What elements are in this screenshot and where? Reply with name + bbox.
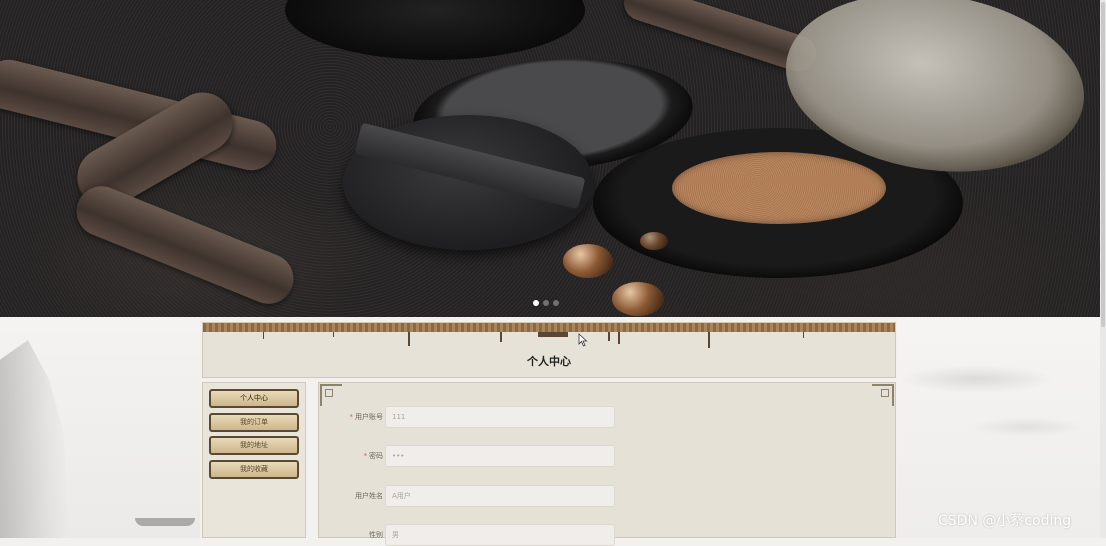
- banner-image-powder: [672, 152, 886, 224]
- banner-image-ribbon: [69, 178, 301, 312]
- form-row-gender: 性别: [319, 524, 895, 546]
- username-label: * 用户账号: [350, 412, 384, 422]
- sidebar-nav: 个人中心 我的订单 我的地址 我的收藏: [202, 382, 306, 538]
- corner-ornament-top-right: [872, 384, 894, 406]
- banner-image-pearl: [612, 282, 664, 316]
- mouse-cursor-icon: [578, 333, 588, 347]
- sidebar-item-profile[interactable]: 个人中心: [209, 389, 299, 408]
- scrollbar-thumb[interactable]: [1101, 2, 1105, 327]
- carousel-indicators: [533, 300, 559, 306]
- username-input[interactable]: [385, 406, 615, 428]
- background-ink-boat: [135, 518, 195, 526]
- sidebar-item-orders[interactable]: 我的订单: [209, 413, 299, 432]
- sidebar-item-favorites[interactable]: 我的收藏: [209, 460, 299, 479]
- gender-label: 性别: [369, 531, 383, 539]
- form-row-username: * 用户账号: [319, 406, 895, 428]
- profile-form-panel: *用户账号 *密码 用户姓名 性别: [318, 382, 896, 546]
- sidebar-item-addresses[interactable]: 我的地址: [209, 436, 299, 455]
- banner-image-compact-top: [285, 0, 585, 60]
- username-label-text: 用户账号: [355, 413, 383, 421]
- carousel-dot[interactable]: [543, 300, 549, 306]
- password-label: * 密码: [364, 451, 384, 461]
- banner-image-pearl: [640, 232, 668, 250]
- fullname-input[interactable]: [385, 485, 615, 507]
- form-row-password: * 密码: [319, 445, 895, 467]
- gender-select[interactable]: [385, 524, 615, 546]
- form-row-fullname: 用户姓名: [319, 485, 895, 507]
- required-mark: *: [349, 413, 354, 421]
- title-band-border: [203, 323, 895, 332]
- corner-ornament-inner: [325, 389, 333, 397]
- watermark-text: CSDN @小蔡coding: [938, 513, 1072, 529]
- carousel-dot[interactable]: [553, 300, 559, 306]
- page-title: 个人中心: [527, 355, 571, 368]
- password-input[interactable]: [385, 445, 615, 467]
- corner-ornament-top-left: [320, 384, 342, 406]
- banner-carousel[interactable]: [0, 0, 1100, 317]
- corner-ornament-inner: [881, 389, 889, 397]
- fullname-label: 用户姓名: [355, 492, 383, 500]
- background-ink-painting-right: [897, 317, 1100, 538]
- banner-image-pearl: [563, 244, 613, 278]
- title-band-drips: [203, 332, 895, 348]
- required-mark: *: [363, 452, 368, 460]
- carousel-dot[interactable]: [533, 300, 539, 306]
- title-band: 个人中心: [202, 322, 896, 378]
- password-label-text: 密码: [369, 452, 383, 460]
